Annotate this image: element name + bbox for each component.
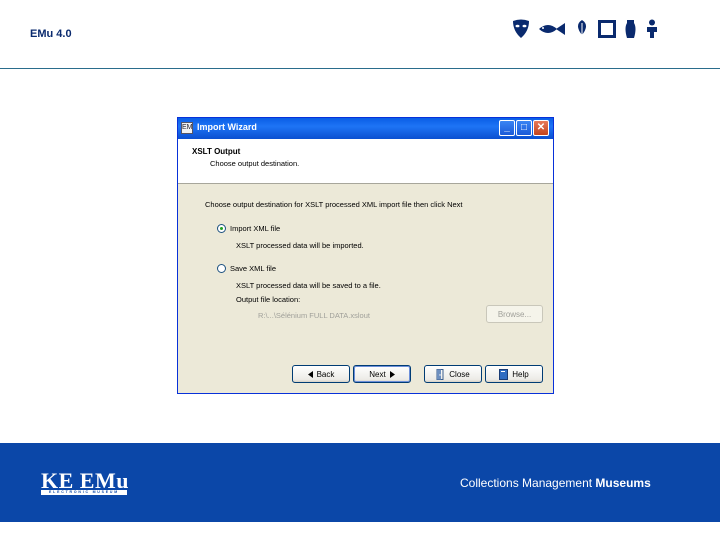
- app-icon: EM: [181, 122, 193, 134]
- next-arrow-icon: [389, 370, 395, 378]
- import-wizard-dialog: EM Import Wizard _ □ ✕ XSLT Output Choos…: [177, 117, 554, 394]
- figure-icon: [647, 19, 657, 38]
- door-icon: [436, 368, 444, 380]
- tagline-regular: Collections Management: [460, 476, 593, 490]
- fish-icon: [539, 23, 565, 35]
- logo-subtitle: ELECTRONIC MUSEUM: [41, 490, 127, 495]
- import-xml-label[interactable]: Import XML file: [230, 224, 280, 233]
- help-book-icon: [499, 368, 509, 380]
- next-label: Next: [369, 369, 386, 379]
- help-button[interactable]: Help: [485, 365, 543, 383]
- save-xml-radio[interactable]: [217, 264, 226, 273]
- frame-icon: [598, 20, 616, 38]
- next-button[interactable]: Next: [353, 365, 411, 383]
- back-button[interactable]: Back: [292, 365, 350, 383]
- step-subtitle: Choose output destination.: [210, 159, 300, 168]
- save-xml-description: XSLT processed data will be saved to a f…: [236, 281, 381, 290]
- close-window-button[interactable]: ✕: [533, 120, 549, 136]
- output-location-label: Output file location:: [236, 295, 301, 304]
- save-xml-label[interactable]: Save XML file: [230, 264, 276, 273]
- header-divider: [0, 68, 720, 69]
- dialog-title: Import Wizard: [197, 122, 257, 132]
- mask-icon: [513, 19, 529, 38]
- browse-button[interactable]: Browse...: [486, 305, 543, 323]
- back-label: Back: [316, 369, 335, 379]
- step-title: XSLT Output: [192, 147, 241, 156]
- leaf-icon: [578, 20, 586, 38]
- import-xml-description: XSLT processed data will be imported.: [236, 241, 364, 250]
- help-label: Help: [512, 369, 529, 379]
- slide-title: EMu 4.0: [30, 28, 72, 40]
- vase-icon: [625, 20, 636, 38]
- browse-label: Browse...: [497, 309, 532, 319]
- minimize-button[interactable]: _: [499, 120, 515, 136]
- close-label: Close: [449, 369, 470, 379]
- header-icons: [512, 19, 659, 39]
- footer-tagline: Collections Management Museums: [460, 476, 651, 490]
- import-xml-radio[interactable]: [217, 224, 226, 233]
- tagline-bold: Museums: [595, 476, 651, 490]
- dialog-titlebar[interactable]: EM Import Wizard _ □ ✕: [178, 118, 553, 139]
- wizard-header: XSLT Output Choose output destination.: [178, 139, 553, 184]
- maximize-button[interactable]: □: [516, 120, 532, 136]
- close-button[interactable]: Close: [424, 365, 482, 383]
- output-location-field[interactable]: R:\...\Sélénium FULL DATA.xslout: [258, 311, 370, 320]
- back-arrow-icon: [307, 370, 313, 378]
- instruction-text: Choose output destination for XSLT proce…: [205, 200, 463, 209]
